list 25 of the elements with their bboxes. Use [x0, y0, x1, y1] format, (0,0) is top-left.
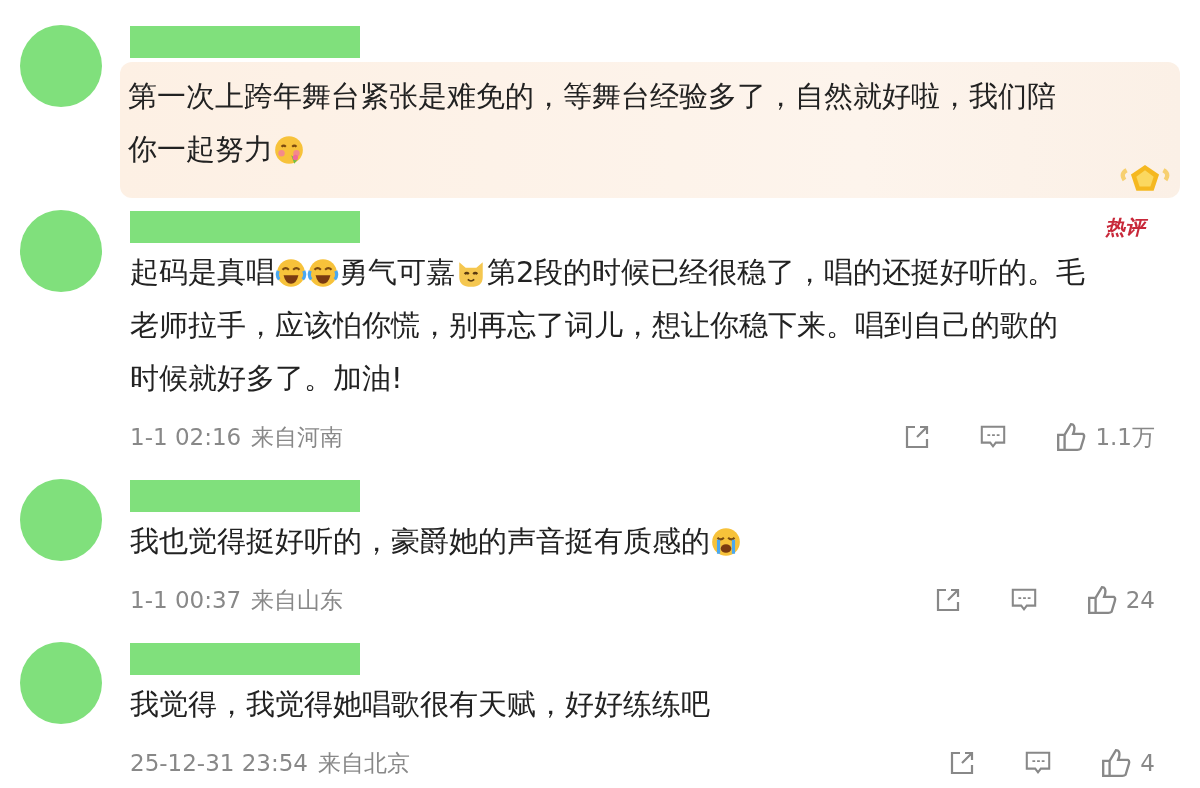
- laughing-face-icon: [275, 256, 307, 289]
- comment-text: 第一次上跨年舞台紧张是难免的，等舞台经验多了，自然就好啦，我们陪: [128, 78, 1056, 115]
- comment-time: 1-1 00:37: [130, 587, 242, 613]
- comment-time: 1-1 02:16: [130, 424, 242, 450]
- comment-text: 老师拉手，应该怕你慌，别再忘了词儿，想让你稳下来。唱到自己的歌的: [130, 307, 1058, 344]
- comment-text: 起码是真唱: [130, 254, 275, 291]
- like-button[interactable]: 4: [1100, 747, 1155, 779]
- comment-text: 时候就好多了。加油!: [130, 360, 403, 397]
- comment-time: 25-12-31 23:54: [130, 750, 308, 776]
- laughing-face-icon: [307, 256, 339, 289]
- like-button[interactable]: 1.1万: [1055, 421, 1155, 453]
- thumbs-up-icon: [1085, 584, 1118, 616]
- crying-face-icon: [710, 525, 742, 558]
- comment-text: 第2段的时候已经很稳了，唱的还挺好听的。毛: [487, 254, 1086, 291]
- comment-text: 我觉得，我觉得她唱歌很有天赋，好好练练吧: [130, 686, 710, 723]
- thumbs-up-icon: [1100, 747, 1133, 779]
- comment-location: 来自河南: [251, 422, 344, 452]
- comment-location: 来自北京: [318, 748, 410, 778]
- like-button[interactable]: 24: [1085, 584, 1155, 616]
- comment-text: 你一起努力: [128, 131, 273, 168]
- thumbs-up-icon: [1055, 421, 1088, 453]
- comment-text: 我也觉得挺好听的，豪爵她的声音挺有质感的: [130, 523, 710, 560]
- blushing-face-icon: [273, 133, 305, 166]
- comment-location: 来自山东: [251, 585, 344, 615]
- comment-text: 勇气可嘉: [339, 254, 455, 291]
